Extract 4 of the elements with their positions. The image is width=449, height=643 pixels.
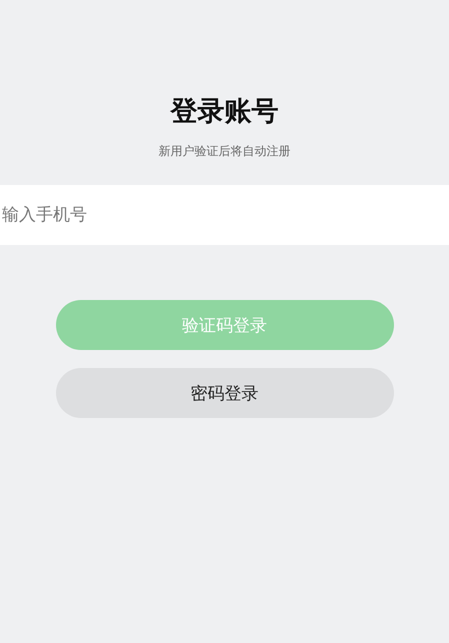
phone-input-field[interactable]: 输入手机号 xyxy=(0,185,449,245)
subtitle: 新用户验证后将自动注册 xyxy=(158,143,290,159)
password-login-button[interactable]: 密码登录 xyxy=(56,368,394,418)
page-title: 登录账号 xyxy=(170,95,278,129)
